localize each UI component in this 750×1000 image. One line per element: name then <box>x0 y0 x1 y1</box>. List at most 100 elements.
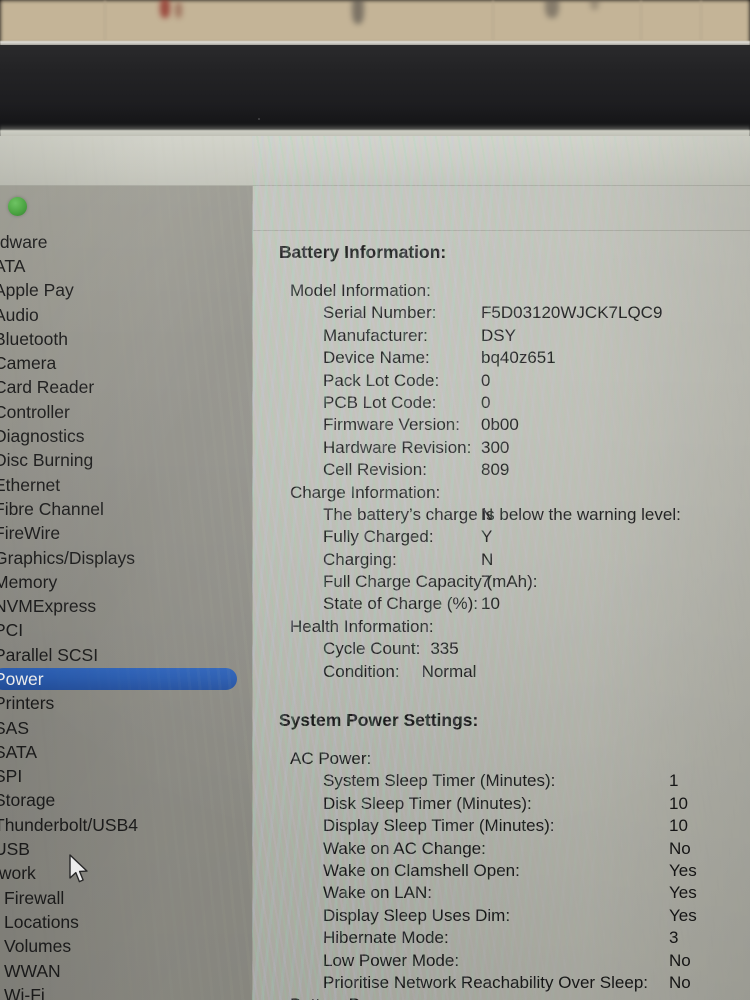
info-row: Hibernate Mode: 3 <box>253 928 750 950</box>
sidebar-item-twork[interactable]: twork <box>0 862 253 886</box>
sidebar-item-spi[interactable]: SPI <box>0 765 253 789</box>
sidebar-item-label: SAS <box>0 717 30 738</box>
info-row-value: 300 <box>481 437 510 457</box>
info-row-key: System Sleep Timer (Minutes): <box>323 771 556 791</box>
sidebar-item-card-reader[interactable]: Card Reader <box>0 376 253 400</box>
sidebar-item-sas[interactable]: SAS <box>0 716 253 740</box>
info-row: Serial Number: F5D03120WJCK7LQC9 <box>253 303 750 325</box>
info-row: Firmware Version: 0b00 <box>253 415 750 437</box>
sidebar-item-locations[interactable]: Locations <box>0 910 253 934</box>
sidebar-item-audio[interactable]: Audio <box>0 303 253 327</box>
sidebar-item-usb[interactable]: USB <box>0 837 253 861</box>
sidebar-item-sata[interactable]: SATA <box>0 740 253 764</box>
sidebar-item-label: Wi-Fi <box>4 984 45 1000</box>
window-zoom-button-green[interactable] <box>8 197 27 216</box>
sidebar-item-memory[interactable]: Memory <box>0 570 253 594</box>
info-row: Prioritise Network Reachability Over Sle… <box>253 973 750 995</box>
info-row-value: N <box>481 549 494 569</box>
info-row-key: Serial Number: <box>323 303 437 323</box>
info-row-value: Normal <box>421 661 477 681</box>
info-row-value: 10 <box>669 816 688 836</box>
info-row: System Sleep Timer (Minutes): 1 <box>253 771 750 793</box>
sidebar-item-disc-burning[interactable]: Disc Burning <box>0 449 253 473</box>
sidebar-item-wwan[interactable]: WWAN <box>0 959 253 983</box>
sidebar-item-graphics-displays[interactable]: Graphics/Displays <box>0 546 253 570</box>
sidebar-item-label: Graphics/Displays <box>0 547 136 568</box>
sidebar-item-storage[interactable]: Storage <box>0 789 253 813</box>
sidebar-item-wi-fi[interactable]: Wi-Fi <box>0 983 253 1000</box>
health-information-rows: Cycle Count: 335 Condition: Normal <box>253 639 750 684</box>
sidebar-item-label: Bluetooth <box>0 328 68 349</box>
sidebar-item-label: Diagnostics <box>0 426 85 447</box>
sidebar-item-label: SATA <box>0 741 38 762</box>
info-row-value: 10 <box>481 594 500 614</box>
info-row-value: Yes <box>669 883 697 903</box>
sidebar-item-bluetooth[interactable]: Bluetooth <box>0 327 253 351</box>
sidebar-item-firewall[interactable]: Firewall <box>0 886 253 910</box>
info-row-value: No <box>669 950 691 970</box>
info-row: Pack Lot Code: 0 <box>253 371 750 393</box>
menu-bar-divider <box>0 185 750 186</box>
info-row-key: Display Sleep Uses Dim: <box>323 905 511 925</box>
info-row-value: 7 <box>481 572 491 592</box>
sidebar-item-label: ATA <box>0 255 26 276</box>
info-row: Wake on Clamshell Open: Yes <box>253 861 750 883</box>
info-row: Device Name: bq40z651 <box>253 348 750 370</box>
system-power-settings-heading: System Power Settings: <box>279 710 479 731</box>
ac-power-rows: System Sleep Timer (Minutes): 1 Disk Sleep… <box>253 771 750 995</box>
info-row-key: Disk Sleep Timer (Minutes): <box>323 793 532 813</box>
info-row-value: bq40z651 <box>481 348 556 368</box>
info-row-value: Yes <box>669 905 697 925</box>
sidebar-item-rdware[interactable]: rdware <box>0 230 253 254</box>
sidebar-list: rdware ATA Apple Pay Audio Bluetooth Camera Ca… <box>0 230 253 1000</box>
sidebar-item-controller[interactable]: Controller <box>0 400 253 424</box>
info-row: Charging: N <box>253 550 750 572</box>
sidebar-item-ata[interactable]: ATA <box>0 254 253 278</box>
info-row-key: State of Charge (%): <box>323 594 478 614</box>
sidebar-item-label: Fibre Channel <box>0 498 104 519</box>
info-row: Full Charge Capacity (mAh): 7 <box>253 572 750 594</box>
sidebar-item-power[interactable]: Power <box>0 667 253 691</box>
sidebar-item-nvmexpress[interactable]: NVMExpress <box>0 594 253 618</box>
model-information-rows: Serial Number: F5D03120WJCK7LQC9 Manufactu… <box>253 303 750 482</box>
sidebar-item-parallel-scsi[interactable]: Parallel SCSI <box>0 643 253 667</box>
info-row-key: Pack Lot Code: <box>323 370 440 390</box>
sidebar-item-firewire[interactable]: FireWire <box>0 522 253 546</box>
info-row-key: Display Sleep Timer (Minutes): <box>323 816 555 836</box>
info-row: Display Sleep Timer (Minutes): 10 <box>253 816 750 838</box>
sidebar-item-label: Thunderbolt/USB4 <box>0 814 138 835</box>
sidebar-item-diagnostics[interactable]: Diagnostics <box>0 424 253 448</box>
sidebar-item-camera[interactable]: Camera <box>0 351 253 375</box>
info-row-key: Full Charge Capacity (mAh): <box>323 572 538 592</box>
sidebar-item-ethernet[interactable]: Ethernet <box>0 473 253 497</box>
info-row-key: Wake on LAN: <box>323 883 432 903</box>
power-report: Battery Information: Model Information: … <box>253 242 750 1000</box>
info-row-value: 0 <box>481 392 491 412</box>
sidebar-item-printers[interactable]: Printers <box>0 692 253 716</box>
info-row-key: The battery’s charge is below the warnin… <box>323 504 681 524</box>
info-row-value: Y <box>481 527 493 547</box>
info-row-value: 1 <box>669 771 679 791</box>
info-row-key: Wake on AC Change: <box>323 838 486 858</box>
info-row-value: N <box>481 504 494 524</box>
ac-power-heading: AC Power: <box>290 749 372 769</box>
info-row-value: 335 <box>430 639 459 659</box>
battery-power-heading: Battery Power: <box>253 995 750 1000</box>
sidebar-item-fibre-channel[interactable]: Fibre Channel <box>0 497 253 521</box>
info-row-key: PCB Lot Code: <box>323 392 437 412</box>
sidebar-item-volumes[interactable]: Volumes <box>0 935 253 959</box>
sidebar-item-apple-pay[interactable]: Apple Pay <box>0 279 253 303</box>
sidebar-item-thunderbolt-usb4[interactable]: Thunderbolt/USB4 <box>0 813 253 837</box>
charge-information-heading: Charge Information: <box>290 482 441 502</box>
sidebar-item-pci[interactable]: PCI <box>0 619 253 643</box>
info-row-value: DSY <box>481 325 516 345</box>
info-row-key: Charging: <box>323 549 397 569</box>
sidebar-item-label: Storage <box>0 790 56 811</box>
laptop-bezel <box>0 45 750 130</box>
info-row-key: Condition: <box>323 661 400 681</box>
background-wall-marks <box>0 0 750 44</box>
sidebar-item-label: rdware <box>0 231 48 252</box>
info-row-value: No <box>669 972 691 992</box>
menu-bar <box>0 136 750 186</box>
info-row: Low Power Mode: No <box>253 951 750 973</box>
